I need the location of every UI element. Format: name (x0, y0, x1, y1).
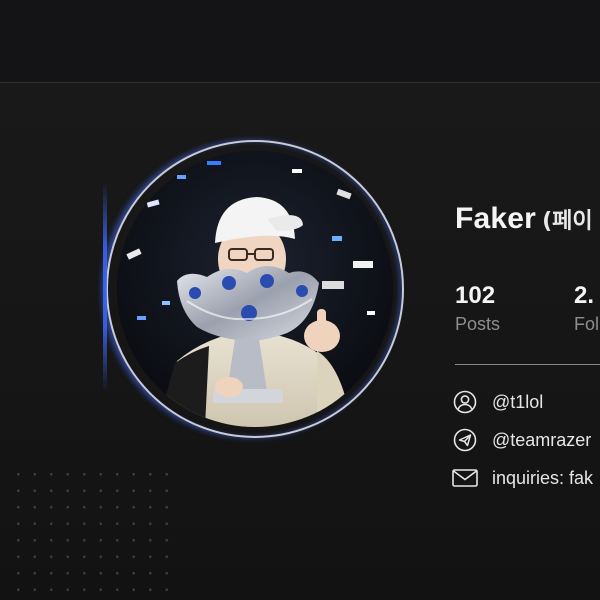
stat-posts[interactable]: 102 Posts (455, 282, 500, 335)
send-icon (452, 427, 478, 453)
stat-followers[interactable]: 2. Fol (574, 282, 599, 335)
stats-divider (455, 364, 600, 365)
contact-telegram-text: @teamrazer (492, 429, 592, 450)
user-icon (452, 389, 478, 415)
stat-posts-value: 102 (455, 282, 496, 309)
top-bar (0, 0, 600, 82)
profile-page: Faker (페이 102 Posts 2. Fol @t1lol @teamra… (0, 0, 600, 600)
profile-name: Faker (455, 202, 537, 235)
decorative-dot-grid (10, 466, 180, 600)
stat-posts-label: Posts (455, 314, 501, 334)
profile-name-native: (페이 (542, 209, 593, 234)
contact-email-text: inquiries: fak (492, 467, 594, 488)
stat-followers-label: Fol (574, 314, 600, 334)
contact-email[interactable]: inquiries: fak (452, 465, 593, 491)
mail-icon (452, 465, 478, 491)
avatar[interactable] (117, 151, 393, 427)
profile-name-row: Faker (페이 (455, 202, 593, 236)
avatar-photo (117, 151, 393, 427)
contact-handle[interactable]: @t1lol (452, 389, 543, 415)
stat-followers-value: 2. (574, 282, 595, 309)
contact-telegram[interactable]: @teamrazer (452, 427, 591, 453)
top-divider (0, 82, 600, 83)
contact-handle-text: @t1lol (492, 391, 544, 412)
